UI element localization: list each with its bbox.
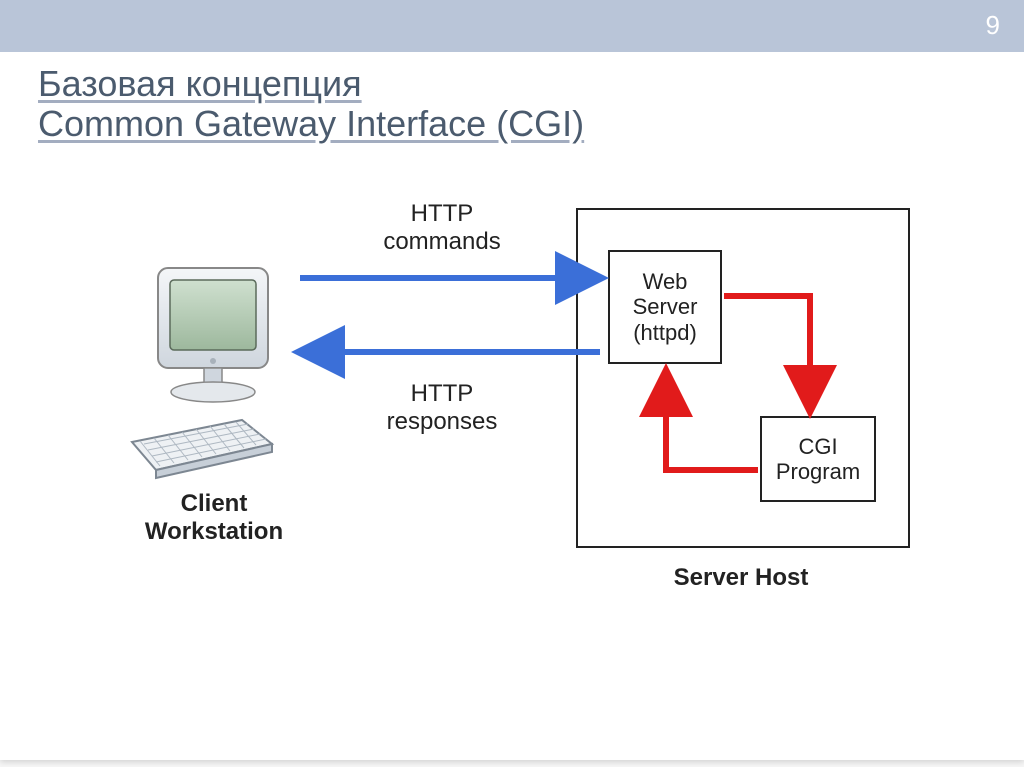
- cgi-program-l2: Program: [776, 459, 860, 484]
- diagram-container: Client Workstation HTTP commands HTTP re…: [0, 0, 1024, 760]
- web-server-l2: Server: [633, 294, 698, 319]
- web-server-l1: Web: [643, 269, 688, 294]
- slide: 9 Базовая концепция Common Gateway Inter…: [0, 0, 1024, 760]
- client-label-line1: Client: [181, 490, 248, 517]
- http-responses-l1: HTTP: [411, 380, 474, 407]
- http-responses-label: HTTP responses: [342, 380, 542, 436]
- client-label-line2: Workstation: [145, 518, 283, 545]
- web-server-l3: (httpd): [633, 320, 697, 345]
- client-workstation-icon: [128, 264, 298, 494]
- http-commands-l2: commands: [383, 228, 500, 255]
- client-workstation-label: Client Workstation: [104, 490, 324, 545]
- cgi-program-box: CGI Program: [760, 416, 876, 502]
- cgi-program-l1: CGI: [798, 434, 837, 459]
- http-commands-l1: HTTP: [411, 200, 474, 227]
- web-server-box: Web Server (httpd): [608, 250, 722, 364]
- http-commands-label: HTTP commands: [342, 200, 542, 256]
- server-host-label: Server Host: [576, 564, 906, 592]
- http-responses-l2: responses: [387, 408, 498, 435]
